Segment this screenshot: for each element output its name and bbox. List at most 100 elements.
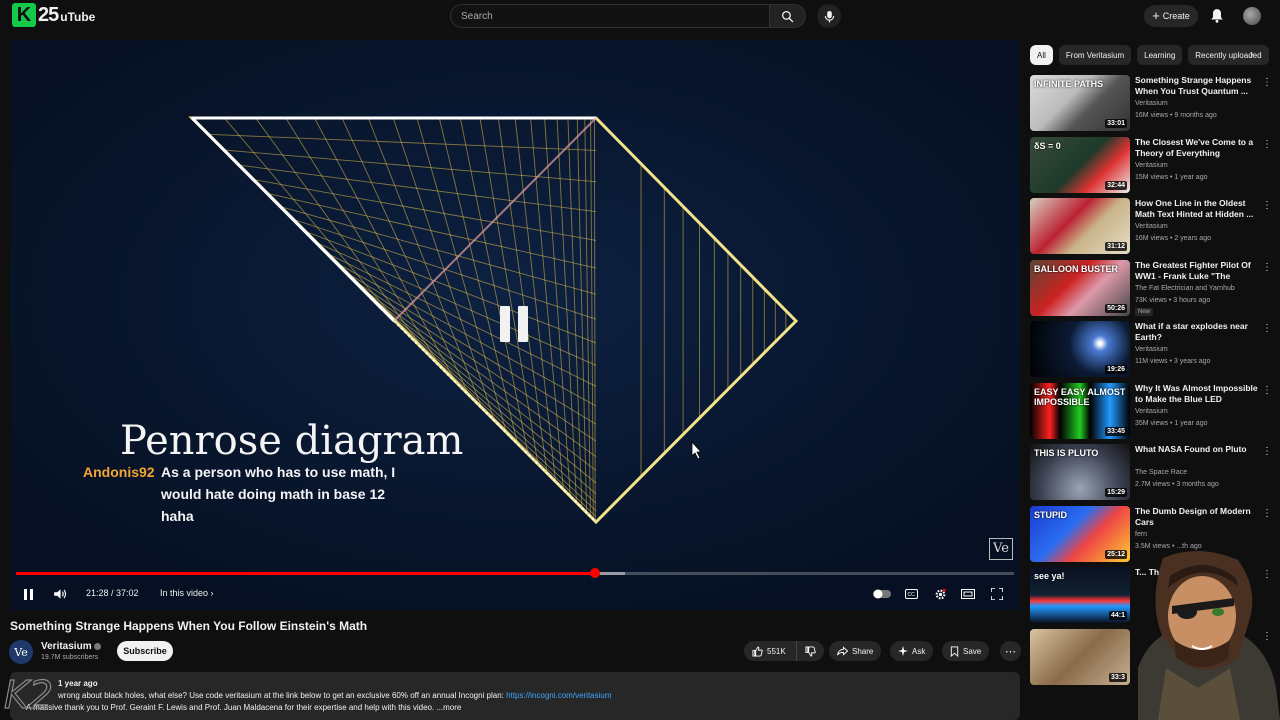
chip-learning[interactable]: Learning (1137, 45, 1183, 65)
recommendation-item[interactable]: δS = 0 32:44 The Closest We've Come to a T… (1030, 136, 1280, 193)
video-title-link[interactable]: The Dumb Design of Modern Cars (1135, 506, 1260, 528)
chat-message: As a person who has to use math, I would… (161, 464, 396, 524)
video-duration: 19:26 (1105, 365, 1127, 374)
like-button[interactable]: 551K (744, 641, 796, 661)
channel-name[interactable]: Veritasium (1135, 100, 1168, 107)
save-button[interactable]: Save (942, 641, 990, 661)
video-duration: 32:44 (1105, 180, 1127, 190)
view-stats: 2.7M views • 3 months ago (1135, 481, 1219, 488)
more-options-icon[interactable]: ⋮ (1262, 508, 1272, 519)
channel-name[interactable]: Veritasium (1135, 162, 1168, 169)
verified-icon (93, 642, 101, 650)
dislike-button[interactable] (795, 641, 824, 661)
chip-recently-uploaded[interactable]: Recently uploaded (1188, 45, 1269, 65)
channel-name[interactable]: Veritasium (1135, 346, 1168, 353)
video-title-link[interactable]: Something Strange Happens When You Trust… (1135, 75, 1260, 97)
channel-watermark[interactable]: Ve (989, 538, 1013, 560)
video-player[interactable]: Penrose diagram Andonis92 As a person wh… (10, 40, 1020, 610)
logo-number: 25 (38, 3, 59, 26)
search-button[interactable] (770, 4, 806, 28)
channel-name[interactable]: fern (1135, 531, 1147, 538)
logo-text: uTube (60, 9, 96, 24)
more-options-icon[interactable]: ⋮ (1262, 77, 1272, 88)
scrubber-handle[interactable] (589, 568, 600, 578)
video-thumbnail[interactable]: 19:26 (1030, 321, 1130, 377)
video-title-link[interactable]: The Closest We've Come to a Theory of Ev… (1135, 137, 1260, 159)
more-options-icon[interactable]: ⋮ (1262, 139, 1272, 150)
notifications-button[interactable] (1210, 8, 1224, 28)
description-text: wrong about black holes, what else? Use … (58, 691, 504, 700)
view-stats: 15M views • 1 year ago (1135, 173, 1208, 181)
video-title-link[interactable]: What NASA Found on Pluto (1135, 444, 1260, 455)
chip-all[interactable]: All (1030, 45, 1053, 65)
account-avatar[interactable] (1243, 7, 1261, 25)
thumbs-down-icon (805, 645, 816, 657)
channel-name[interactable]: The Space Race (1135, 469, 1187, 476)
youtube-logo[interactable]: K 25 uTube (12, 3, 95, 27)
search-input[interactable]: Search (450, 4, 770, 28)
video-thumbnail[interactable]: 33:3 (1030, 628, 1130, 685)
share-icon (837, 646, 848, 656)
channel-name[interactable]: Veritasium (41, 641, 101, 652)
channel-name[interactable]: Veritasium (1135, 223, 1168, 230)
recommendation-item[interactable]: EASY EASY ALMOST IMPOSSIBLE 33:45 Why It W… (1030, 382, 1280, 439)
more-options-icon[interactable]: ⋮ (1262, 200, 1272, 211)
chapter-button[interactable]: In this video › (160, 588, 214, 598)
video-title-link[interactable]: What if a star explodes near Earth? (1135, 321, 1260, 343)
theater-mode-button[interactable] (960, 582, 976, 606)
channel-name[interactable]: Veritasium (1135, 408, 1168, 415)
recommendation-item[interactable]: THIS IS PLUTO 15:29 What NASA Found on Plu… (1030, 444, 1280, 500)
search-bar: Search (450, 4, 806, 28)
captions-button[interactable]: CC (903, 582, 919, 606)
video-thumbnail[interactable]: STUPID 25:12 (1030, 505, 1130, 562)
more-options-icon[interactable]: ⋮ (1262, 323, 1272, 334)
subscribe-button[interactable]: Subscribe (117, 641, 173, 661)
svg-text:K2: K2 (4, 673, 53, 717)
progress-bar[interactable] (16, 568, 1014, 578)
volume-button[interactable] (52, 582, 68, 606)
video-duration: 33:01 (1105, 119, 1127, 128)
voice-search-button[interactable] (817, 4, 841, 28)
thumbnail-text: THIS IS PLUTO (1034, 448, 1099, 458)
save-label: Save (963, 646, 982, 656)
more-options-icon[interactable]: ⋮ (1262, 385, 1272, 396)
chip-from-veritasium[interactable]: From Veritasium (1058, 45, 1132, 65)
thumbnail-text: STUPID (1034, 509, 1068, 520)
video-duration: 50:26 (1105, 303, 1127, 313)
thumbnail-text: δS = 0 (1034, 140, 1061, 151)
more-options-icon[interactable]: ⋮ (1262, 446, 1272, 457)
video-thumbnail[interactable]: see ya! 44:1 (1030, 567, 1130, 623)
video-title-link[interactable]: The Greatest Fighter Pilot Of WW1 - Fran… (1135, 260, 1260, 283)
more-actions-button[interactable]: ⋯ (1000, 641, 1021, 661)
recommendation-item[interactable]: 31:12 How One Line in the Oldest Math Tex… (1030, 198, 1280, 254)
recommendation-item[interactable]: BALLOON BUSTER 50:26 The Greatest Fighter … (1030, 259, 1280, 316)
recommendation-item[interactable]: 19:26 What if a star explodes near Earth?… (1030, 321, 1280, 377)
channel-name[interactable]: The Fat Electrician and Yarnhub (1135, 285, 1235, 292)
share-button[interactable]: Share (829, 641, 882, 661)
video-thumbnail[interactable]: EASY EASY ALMOST IMPOSSIBLE 33:45 (1030, 382, 1130, 439)
video-thumbnail[interactable]: THIS IS PLUTO 15:29 (1030, 444, 1130, 500)
video-duration: 31:12 (1105, 242, 1127, 251)
video-thumbnail[interactable]: INFINITE PATHS 33:01 (1030, 75, 1130, 131)
video-title-link[interactable]: Why It Was Almost Impossible to Make the… (1135, 383, 1260, 405)
thumbnail-text: see ya! (1034, 571, 1065, 581)
video-description[interactable]: 1 year ago wrong about black holes, what… (10, 672, 1020, 720)
video-thumbnail[interactable]: BALLOON BUSTER 50:26 (1030, 259, 1130, 316)
channel-avatar[interactable]: Ve (9, 640, 33, 664)
chips-next-arrow-icon[interactable]: › (1250, 49, 1253, 60)
more-options-icon[interactable]: ⋮ (1262, 262, 1272, 273)
video-title-link[interactable]: How One Line in the Oldest Math Text Hin… (1135, 198, 1260, 220)
video-thumbnail[interactable]: δS = 0 32:44 (1030, 136, 1130, 193)
settings-button[interactable] (932, 582, 948, 606)
video-thumbnail[interactable]: 31:12 (1030, 198, 1130, 254)
incogni-link[interactable]: https://incogni.com/veritasium (506, 691, 611, 700)
recommendation-item[interactable]: INFINITE PATHS 33:01 Something Strange Hap… (1030, 75, 1280, 131)
ask-button[interactable]: Ask (890, 641, 934, 661)
pause-button[interactable] (22, 582, 36, 606)
svg-text:CC: CC (907, 592, 915, 598)
create-button[interactable]: + Create (1144, 5, 1198, 27)
autoplay-toggle[interactable] (872, 582, 892, 606)
fullscreen-button[interactable] (989, 582, 1005, 606)
description-line-2: A massive thank you to Prof. Geraint F. … (26, 703, 462, 712)
ask-label: Ask (912, 646, 926, 656)
